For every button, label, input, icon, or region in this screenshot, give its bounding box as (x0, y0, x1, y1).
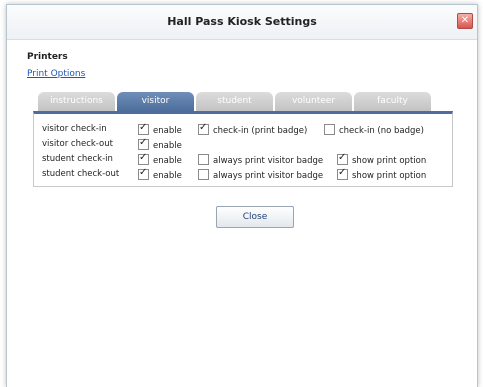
student-check-out-always-print-badge-checkbox[interactable]: always print visitor badge (198, 169, 323, 181)
check-in-print-badge-checkbox[interactable]: check-in (print badge) (198, 122, 308, 136)
row-label-visitor-check-in: visitor check-in (42, 124, 107, 134)
checkbox-box[interactable] (198, 122, 209, 135)
close-icon[interactable]: ✕ (457, 13, 473, 29)
student-check-in-always-print-badge-checkbox[interactable]: always print visitor badge (198, 154, 323, 166)
tab-volunteer[interactable]: volunteer (275, 92, 352, 111)
visitor-settings-panel: visitor check-in enable check-in (print … (33, 111, 453, 187)
dialog-title: Hall Pass Kiosk Settings (167, 15, 317, 28)
checkbox-box[interactable] (198, 154, 209, 165)
checkbox-label: check-in (no badge) (339, 126, 424, 136)
row-label-student-check-out: student check-out (42, 169, 120, 179)
checkbox-box[interactable] (337, 152, 348, 165)
checkbox-box[interactable] (138, 167, 149, 180)
title-bar: Hall Pass Kiosk Settings ✕ (7, 5, 477, 40)
tab-instructions[interactable]: instructions (38, 92, 115, 111)
checkbox-box[interactable] (138, 137, 149, 150)
student-check-out-enable-checkbox[interactable]: enable (138, 167, 182, 181)
checkbox-label: enable (153, 141, 182, 151)
student-check-in-enable-checkbox[interactable]: enable (138, 152, 182, 166)
student-check-out-show-print-option-checkbox[interactable]: show print option (337, 167, 427, 181)
checkbox-box[interactable] (198, 169, 209, 180)
checkbox-label: enable (153, 126, 182, 136)
check-in-no-badge-checkbox[interactable]: check-in (no badge) (324, 124, 424, 136)
row-label-student-check-in: student check-in (42, 154, 113, 164)
settings-dialog: Hall Pass Kiosk Settings ✕ Printers Prin… (6, 4, 478, 387)
checkbox-box[interactable] (337, 167, 348, 180)
tab-student[interactable]: student (196, 92, 273, 111)
print-options-link[interactable]: Print Options (27, 69, 85, 79)
tab-faculty[interactable]: faculty (354, 92, 431, 111)
checkbox-label: show print option (352, 171, 427, 181)
checkbox-label: enable (153, 171, 182, 181)
visitor-check-in-enable-checkbox[interactable]: enable (138, 122, 182, 136)
checkbox-box[interactable] (138, 122, 149, 135)
visitor-check-out-enable-checkbox[interactable]: enable (138, 137, 182, 151)
student-check-in-show-print-option-checkbox[interactable]: show print option (337, 152, 427, 166)
checkbox-label: show print option (352, 156, 427, 166)
checkbox-label: always print visitor badge (213, 171, 324, 181)
close-button[interactable]: Close (216, 206, 294, 228)
checkbox-label: always print visitor badge (213, 156, 324, 166)
checkbox-label: enable (153, 156, 182, 166)
row-label-visitor-check-out: visitor check-out (42, 139, 113, 149)
checkbox-label: check-in (print badge) (213, 126, 308, 136)
checkbox-box[interactable] (324, 124, 335, 135)
checkbox-box[interactable] (138, 152, 149, 165)
printers-heading: Printers (27, 52, 68, 62)
tab-visitor[interactable]: visitor (117, 92, 194, 111)
